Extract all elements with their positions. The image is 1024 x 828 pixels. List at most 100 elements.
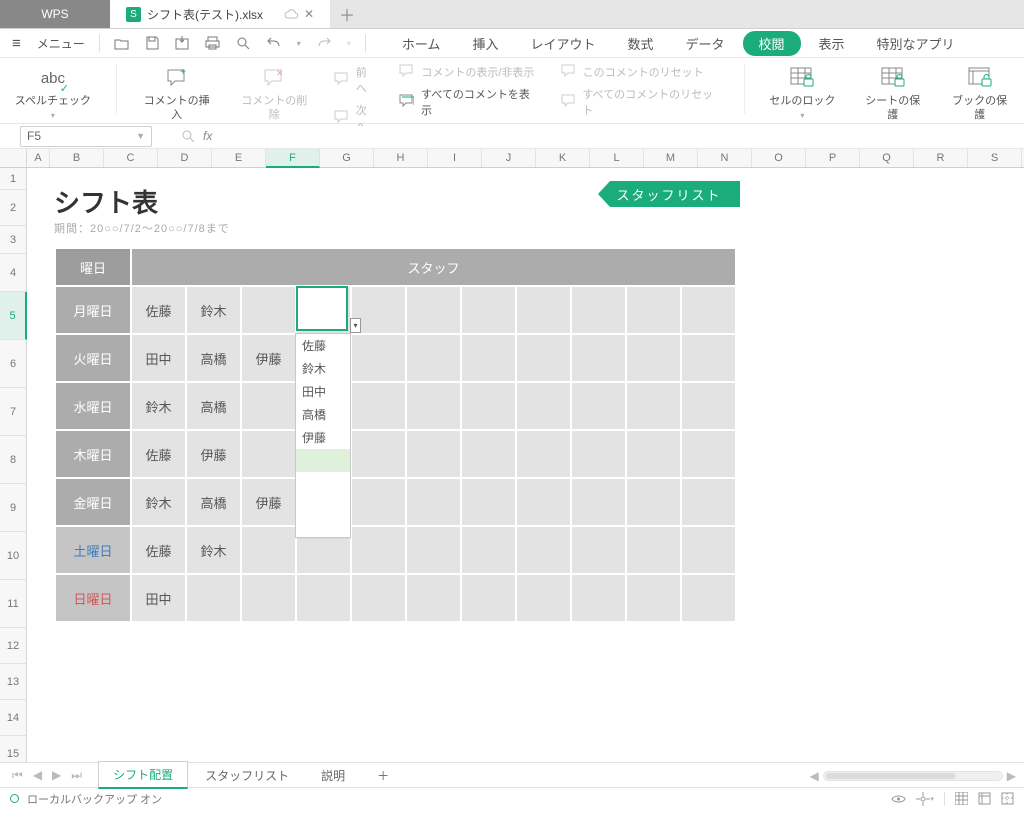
col-header-N[interactable]: N [698,149,752,167]
sheet-protect-button[interactable]: シートの保護 [860,64,925,123]
cell-r0-c3[interactable] [297,287,350,333]
row-header-13[interactable]: 13 [0,664,26,700]
export-icon[interactable] [169,34,195,52]
col-header-A[interactable]: A [27,149,50,167]
cell-r0-c10[interactable] [682,287,735,333]
row-header-11[interactable]: 11 [0,580,26,628]
add-sheet-button[interactable]: ＋ [362,762,404,789]
cell-r3-c8[interactable] [572,431,625,477]
fx-icon[interactable]: fx [203,129,212,143]
cell-r2-c2[interactable] [242,383,295,429]
cell-r1-c2[interactable]: 伊藤 [242,335,295,381]
tab-home[interactable]: ホーム [388,34,455,53]
cell-r2-c4[interactable] [352,383,405,429]
cloud-icon[interactable] [284,9,298,19]
file-tab[interactable]: S シフト表(テスト).xlsx ✕ [110,0,330,28]
row-header-3[interactable]: 3 [0,226,26,254]
sheet-nav-prev[interactable]: ◀ [29,768,46,782]
cell-r0-c8[interactable] [572,287,625,333]
sheet-nav-last[interactable]: ⏭ [67,768,86,783]
cell-r4-c9[interactable] [627,479,680,525]
col-header-E[interactable]: E [212,149,266,167]
tab-layout[interactable]: レイアウト [516,34,609,53]
cell-r1-c5[interactable] [407,335,460,381]
col-header-G[interactable]: G [320,149,374,167]
cell-r4-c10[interactable] [682,479,735,525]
cell-r5-c10[interactable] [682,527,735,573]
cell-r0-c5[interactable] [407,287,460,333]
cell-r5-c7[interactable] [517,527,570,573]
save-icon[interactable] [139,34,165,52]
col-header-J[interactable]: J [482,149,536,167]
print-icon[interactable] [199,34,226,52]
dropdown-option-blank[interactable] [296,449,350,472]
cell-r5-c1[interactable]: 鈴木 [187,527,240,573]
col-header-M[interactable]: M [644,149,698,167]
cell-r5-c6[interactable] [462,527,515,573]
cell-r0-c6[interactable] [462,287,515,333]
cell-r0-c0[interactable]: 佐藤 [132,287,185,333]
cell-r3-c1[interactable]: 伊藤 [187,431,240,477]
app-tab[interactable]: WPS [0,0,110,28]
cell-r5-c0[interactable]: 佐藤 [132,527,185,573]
menu-button[interactable]: メニュー [31,33,91,54]
select-all-corner[interactable] [0,149,27,167]
redo-dropdown[interactable]: ▾ [341,37,357,50]
cell-r4-c6[interactable] [462,479,515,525]
sheet-nav-first[interactable]: ⏮ [8,768,27,783]
cell-r2-c5[interactable] [407,383,460,429]
row-header-10[interactable]: 10 [0,532,26,580]
new-tab-button[interactable]: ＋ [330,0,364,28]
cell-r3-c6[interactable] [462,431,515,477]
sheet-tab-0[interactable]: シフト配置 [98,761,188,789]
cell-r4-c0[interactable]: 鈴木 [132,479,185,525]
row-header-12[interactable]: 12 [0,628,26,664]
cell-r4-c5[interactable] [407,479,460,525]
cell-r4-c4[interactable] [352,479,405,525]
col-header-Q[interactable]: Q [860,149,914,167]
cell-r1-c6[interactable] [462,335,515,381]
col-header-B[interactable]: B [50,149,104,167]
center-icon[interactable]: ▾ [916,792,934,806]
tab-formula[interactable]: 数式 [613,34,667,53]
cell-r6-c10[interactable] [682,575,735,621]
cell-r0-c9[interactable] [627,287,680,333]
cell-r2-c1[interactable]: 高橋 [187,383,240,429]
col-header-F[interactable]: F [266,149,320,168]
tab-specialapps[interactable]: 特別なアプリ [863,34,969,53]
cell-r6-c0[interactable]: 田中 [132,575,185,621]
row-header-4[interactable]: 4 [0,254,26,292]
cell-r3-c7[interactable] [517,431,570,477]
cell-r0-c2[interactable] [242,287,295,333]
dropdown-handle[interactable]: ▾ [350,318,361,333]
cell-r4-c8[interactable] [572,479,625,525]
cell-r1-c1[interactable]: 高橋 [187,335,240,381]
col-header-I[interactable]: I [428,149,482,167]
redo-icon[interactable] [311,35,337,51]
cell-r3-c10[interactable] [682,431,735,477]
staff-list-link[interactable]: スタッフリスト [598,181,740,207]
cell-r6-c9[interactable] [627,575,680,621]
cell-r6-c2[interactable] [242,575,295,621]
cell-r1-c9[interactable] [627,335,680,381]
cell-r4-c7[interactable] [517,479,570,525]
row-header-2[interactable]: 2 [0,190,26,226]
cell-r6-c4[interactable] [352,575,405,621]
formula-input[interactable] [216,126,1024,147]
cell-r2-c7[interactable] [517,383,570,429]
row-header-8[interactable]: 8 [0,436,26,484]
col-header-H[interactable]: H [374,149,428,167]
open-icon[interactable] [108,35,135,52]
cell-r4-c2[interactable]: 伊藤 [242,479,295,525]
cell-r3-c4[interactable] [352,431,405,477]
dropdown-option-3[interactable]: 高橋 [296,403,350,426]
cell-r4-c1[interactable]: 高橋 [187,479,240,525]
cell-r1-c8[interactable] [572,335,625,381]
dropdown-option-1[interactable]: 鈴木 [296,357,350,380]
col-header-S[interactable]: S [968,149,1022,167]
book-protect-button[interactable]: ブックの保護 [947,64,1012,123]
cell-r2-c0[interactable]: 鈴木 [132,383,185,429]
view-normal-icon[interactable] [955,792,968,805]
dropdown-option-2[interactable]: 田中 [296,380,350,403]
view-page-icon[interactable] [978,792,991,805]
